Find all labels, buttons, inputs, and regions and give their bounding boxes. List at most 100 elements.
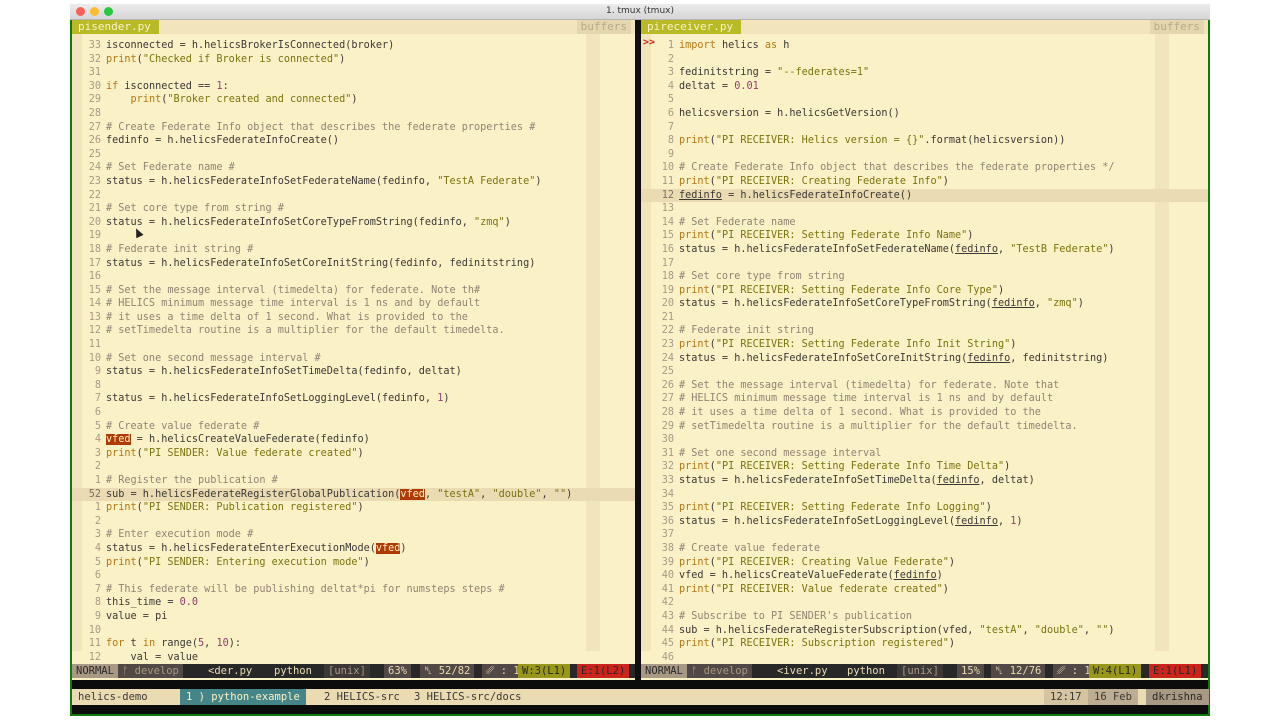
code-line[interactable]: 1 # Register the publication # xyxy=(72,474,635,488)
code-line[interactable]: 22 xyxy=(72,189,635,203)
code-line[interactable]: 11 for t in range(5, 10): xyxy=(72,637,635,651)
code-line[interactable]: 5 print("PI SENDER: Entering execution mo… xyxy=(72,556,635,570)
code-line[interactable]: 16 status = h.helicsFederateInfoSetFedera… xyxy=(641,243,1208,257)
code-line[interactable]: 44 sub = h.helicsFederateRegisterSubscrip… xyxy=(641,624,1208,638)
code-line[interactable]: 16 xyxy=(72,270,635,284)
minimize-window-icon[interactable] xyxy=(90,7,99,16)
code-line[interactable]: 1 print("PI SENDER: Publication registere… xyxy=(72,501,635,515)
code-line[interactable]: 9 status = h.helicsFederateInfoSetTimeDel… xyxy=(72,365,635,379)
code-line[interactable]: 21 xyxy=(641,311,1208,325)
code-lines[interactable]: 1 import helics as h 2 3 fedinitstring = "--… xyxy=(641,39,1208,664)
code-line[interactable]: 45 print("PI RECEIVER: Subscription regis… xyxy=(641,637,1208,651)
code-line[interactable]: 17 status = h.helicsFederateInfoSetCoreIn… xyxy=(72,257,635,271)
code-line[interactable]: 43 # Subscribe to PI SENDER's publication xyxy=(641,610,1208,624)
code-line[interactable]: 20 status = h.helicsFederateInfoSetCoreTy… xyxy=(641,297,1208,311)
code-line[interactable]: 18 # Federate init string # xyxy=(72,243,635,257)
code-line[interactable]: 3 print("PI SENDER: Value federate create… xyxy=(72,447,635,461)
code-line[interactable]: 2 xyxy=(641,53,1208,67)
zoom-window-icon[interactable] xyxy=(104,7,113,16)
code-lines[interactable]: 33 isconnected = h.helicsBrokerIsConnecte… xyxy=(72,39,635,664)
code-line[interactable]: 38 # Create value federate xyxy=(641,542,1208,556)
code-line[interactable]: 9 value = pi xyxy=(72,610,635,624)
code-line[interactable]: 15 print("PI RECEIVER: Setting Federate I… xyxy=(641,229,1208,243)
tmux-window-1[interactable]: 1 ) python-example xyxy=(180,689,306,705)
code-line[interactable]: 52 sub = h.helicsFederateRegisterGlobalPu… xyxy=(72,487,635,502)
code-line[interactable]: 19 xyxy=(72,229,635,243)
code-line[interactable]: 39 print("PI RECEIVER: Creating Value Fed… xyxy=(641,556,1208,570)
left-editor-pane[interactable]: pisender.py buffers 33 isconnected = h.he… xyxy=(72,20,635,680)
code-line[interactable]: 25 xyxy=(72,148,635,162)
code-line[interactable]: 25 xyxy=(641,365,1208,379)
code-line[interactable]: 36 status = h.helicsFederateInfoSetLoggin… xyxy=(641,515,1208,529)
code-line[interactable]: 27 # Create Federate Info object that des… xyxy=(72,121,635,135)
code-line[interactable]: 33 isconnected = h.helicsBrokerIsConnecte… xyxy=(72,39,635,53)
code-line[interactable]: 3 fedinitstring = "--federates=1" xyxy=(641,66,1208,80)
code-line[interactable]: 4 deltat = 0.01 xyxy=(641,80,1208,94)
code-line[interactable]: 37 xyxy=(641,528,1208,542)
code-line[interactable]: 11 xyxy=(72,338,635,352)
code-line[interactable]: 28 # it uses a time delta of 1 second. Wh… xyxy=(641,406,1208,420)
code-line[interactable]: 12 fedinfo = h.helicsFederateInfoCreate() xyxy=(641,188,1208,203)
code-line[interactable]: 11 print("PI RECEIVER: Creating Federate … xyxy=(641,175,1208,189)
code-line[interactable]: 28 xyxy=(72,107,635,121)
code-line[interactable]: 46 xyxy=(641,651,1208,665)
code-line[interactable]: 27 # HELICS minimum message time interval… xyxy=(641,392,1208,406)
code-line[interactable]: 7 # This federate will be publishing delt… xyxy=(72,583,635,597)
code-line[interactable]: 23 status = h.helicsFederateInfoSetFedera… xyxy=(72,175,635,189)
code-line[interactable]: 29 print("Broker created and connected") xyxy=(72,93,635,107)
code-line[interactable]: 2 xyxy=(72,515,635,529)
code-line[interactable]: 24 # Set Federate name # xyxy=(72,161,635,175)
code-line[interactable]: 6 xyxy=(72,569,635,583)
code-line[interactable]: 35 print("PI RECEIVER: Setting Federate I… xyxy=(641,501,1208,515)
code-line[interactable]: 30 if isconnected == 1: xyxy=(72,80,635,94)
code-line[interactable]: 12 val = value xyxy=(72,651,635,665)
code-line[interactable]: 31 xyxy=(72,66,635,80)
tmux-window-3[interactable]: 3 HELICS-src/docs xyxy=(408,689,528,705)
right-editor-pane[interactable]: pireceiver.py buffers >> 1 import helics … xyxy=(641,20,1208,680)
code-line[interactable]: 5 xyxy=(641,93,1208,107)
close-window-icon[interactable] xyxy=(76,7,85,16)
code-line[interactable]: 30 xyxy=(641,433,1208,447)
code-line[interactable]: 32 print("Checked if Broker is connected"… xyxy=(72,53,635,67)
code-line[interactable]: 42 xyxy=(641,596,1208,610)
code-line[interactable]: 26 # Set the message interval (timedelta)… xyxy=(641,379,1208,393)
code-line[interactable]: 41 print("PI RECEIVER: Value federate cre… xyxy=(641,583,1208,597)
tmux-session[interactable]: helics-demo xyxy=(72,689,154,705)
code-line[interactable]: 8 this_time = 0.0 xyxy=(72,596,635,610)
code-line[interactable]: 17 xyxy=(641,257,1208,271)
code-line[interactable]: 3 # Enter execution mode # xyxy=(72,528,635,542)
code-line[interactable]: 18 # Set core type from string xyxy=(641,270,1208,284)
code-line[interactable]: 14 # Set Federate name xyxy=(641,216,1208,230)
tmux-window-2[interactable]: 2 HELICS-src xyxy=(318,689,406,705)
file-tab[interactable]: pireceiver.py xyxy=(641,20,742,34)
code-line[interactable]: 6 helicsversion = h.helicsGetVersion() xyxy=(641,107,1208,121)
code-line[interactable]: 8 print("PI RECEIVER: Helics version = {}… xyxy=(641,134,1208,148)
code-line[interactable]: 2 xyxy=(72,460,635,474)
code-line[interactable]: 26 fedinfo = h.helicsFederateInfoCreate() xyxy=(72,134,635,148)
code-line[interactable]: 13 xyxy=(641,202,1208,216)
code-line[interactable]: 14 # HELICS minimum message time interval… xyxy=(72,297,635,311)
code-line[interactable]: 21 # Set core type from string # xyxy=(72,202,635,216)
code-line[interactable]: 4 status = h.helicsFederateEnterExecution… xyxy=(72,542,635,556)
code-line[interactable]: 33 status = h.helicsFederateInfoSetTimeDe… xyxy=(641,474,1208,488)
code-line[interactable]: 22 # Federate init string xyxy=(641,324,1208,338)
tmux-terminal[interactable]: pisender.py buffers 33 isconnected = h.he… xyxy=(72,20,1209,714)
code-line[interactable]: 10 # Set one second message interval # xyxy=(72,352,635,366)
code-line[interactable]: 24 status = h.helicsFederateInfoSetCoreIn… xyxy=(641,352,1208,366)
code-line[interactable]: 12 # setTimedelta routine is a multiplier… xyxy=(72,324,635,338)
code-line[interactable]: 31 # Set one second message interval xyxy=(641,447,1208,461)
code-line[interactable]: 40 vfed = h.helicsCreateValueFederate(fed… xyxy=(641,569,1208,583)
code-line[interactable]: 1 import helics as h xyxy=(641,39,1208,53)
code-line[interactable]: 34 xyxy=(641,488,1208,502)
code-line[interactable]: 7 xyxy=(641,121,1208,135)
pane-divider[interactable] xyxy=(636,20,640,680)
file-tab[interactable]: pisender.py xyxy=(72,20,159,34)
code-line[interactable]: 10 # Create Federate Info object that des… xyxy=(641,161,1208,175)
code-line[interactable]: 10 xyxy=(72,624,635,638)
code-line[interactable]: 19 print("PI RECEIVER: Setting Federate I… xyxy=(641,284,1208,298)
code-line[interactable]: 9 xyxy=(641,148,1208,162)
code-line[interactable]: 32 print("PI RECEIVER: Setting Federate I… xyxy=(641,460,1208,474)
code-line[interactable]: 6 xyxy=(72,406,635,420)
code-line[interactable]: 4 vfed = h.helicsCreateValueFederate(fedi… xyxy=(72,433,635,447)
code-line[interactable]: 23 print("PI RECEIVER: Setting Federate I… xyxy=(641,338,1208,352)
